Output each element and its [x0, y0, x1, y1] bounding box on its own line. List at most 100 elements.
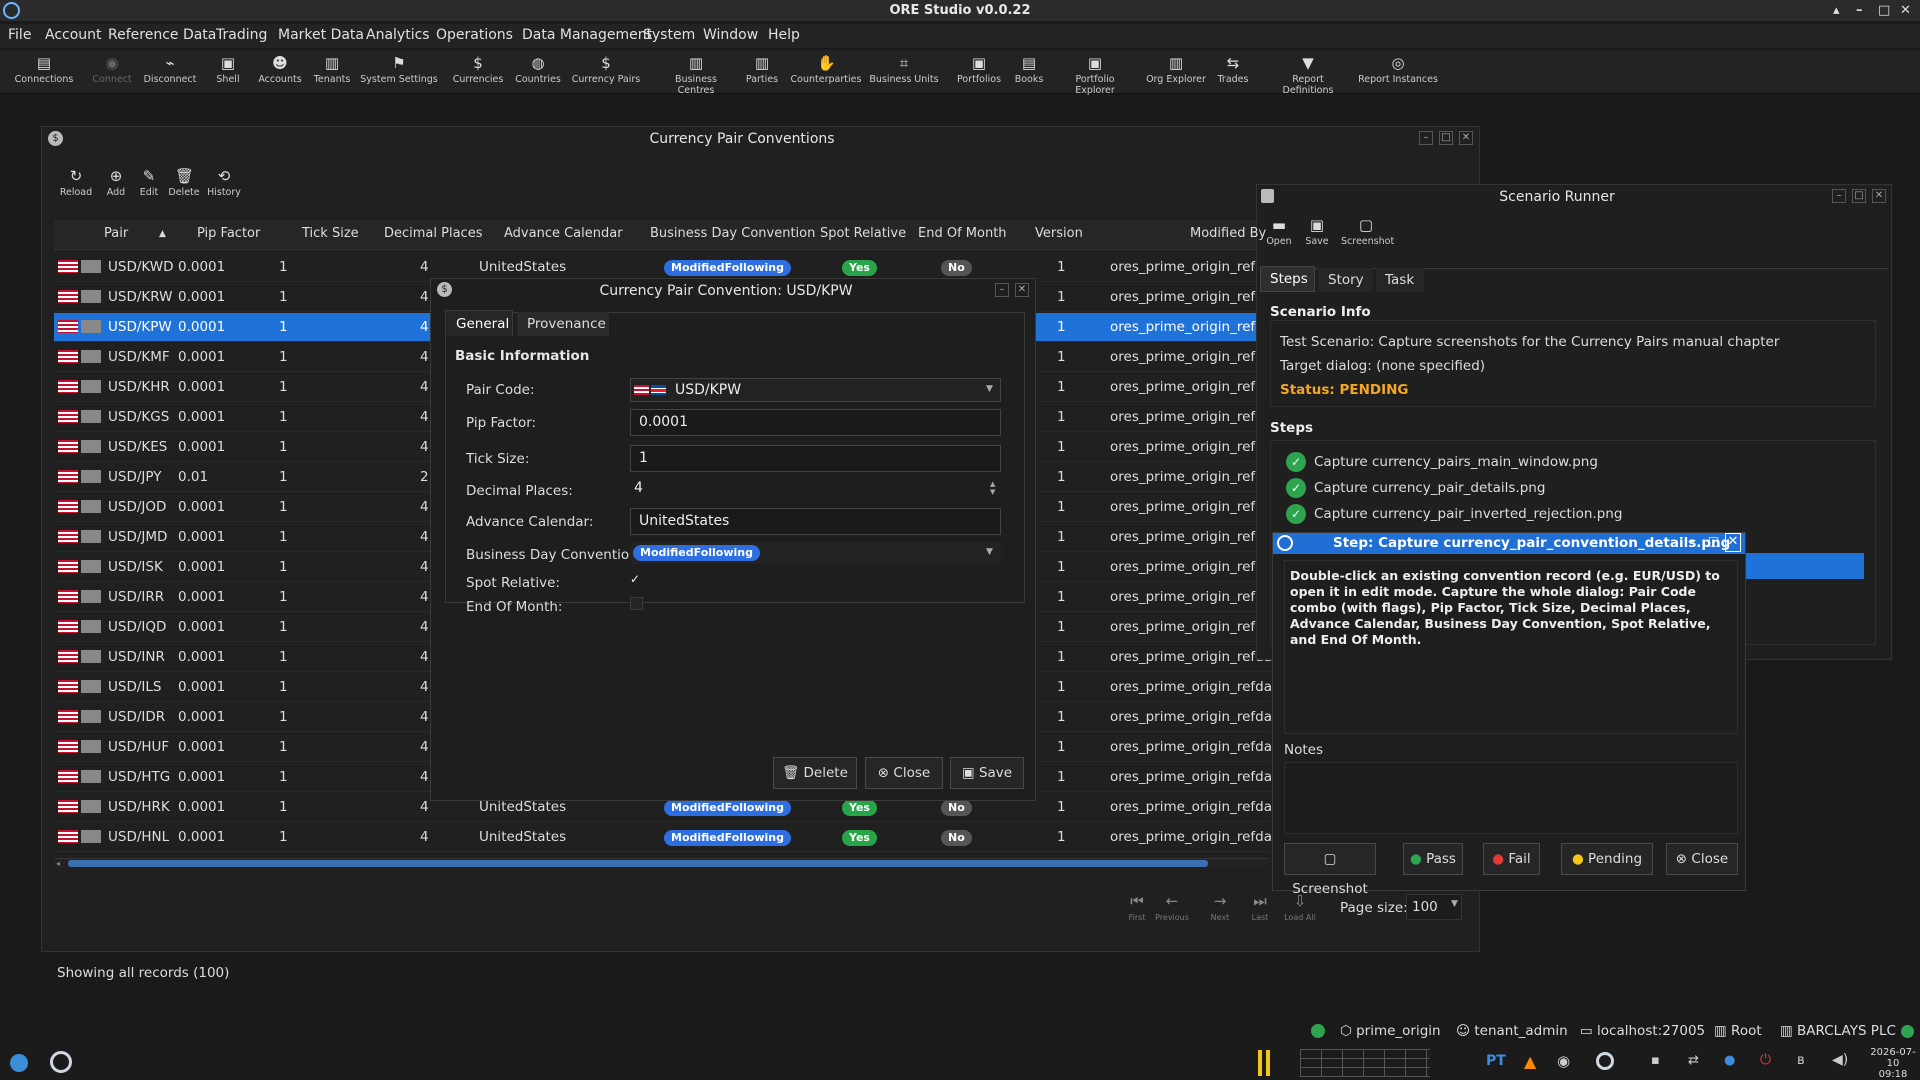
- volume-icon[interactable]: ◀): [1832, 1052, 1848, 1068]
- column-header-version[interactable]: Version: [1035, 226, 1083, 241]
- column-header-modified-by[interactable]: Modified By: [1190, 226, 1266, 241]
- menu-trading[interactable]: Trading: [216, 27, 267, 43]
- clock[interactable]: 2026-07-10 09:18: [1866, 1047, 1920, 1080]
- table-row[interactable]: USD/HNL 0.0001 1 4 UnitedStates 1 ores_prime_o…: [54, 823, 1286, 852]
- menu-window[interactable]: Window: [703, 27, 758, 43]
- pager-next-button[interactable]: → Next: [1198, 892, 1242, 923]
- ore-studio-task-icon[interactable]: [50, 1051, 72, 1073]
- spin-arrows-icon[interactable]: ▲ ▼: [990, 480, 995, 496]
- column-header-business-day-convention[interactable]: Business Day Convention: [650, 226, 815, 241]
- step-close-button[interactable]: ⊗ Close: [1666, 843, 1738, 875]
- window-minimize-icon[interactable]: –: [1856, 0, 1863, 21]
- column-header-spot-relative[interactable]: Spot Relative: [820, 226, 906, 241]
- toolbar-system-settings-button[interactable]: ⚑ System Settings: [359, 54, 439, 85]
- window-up-icon[interactable]: ▴: [1833, 0, 1840, 21]
- toolbar-business-units-button[interactable]: ⌗ Business Units: [864, 54, 944, 85]
- scenario-screenshot-button[interactable]: ▢ Screenshot: [1341, 216, 1394, 247]
- dialog-close-button[interactable]: ✕: [1015, 283, 1029, 297]
- column-header-advance-calendar[interactable]: Advance Calendar: [504, 226, 623, 241]
- menu-analytics[interactable]: Analytics: [366, 27, 430, 43]
- page-size-select[interactable]: 100 ▼: [1406, 894, 1462, 920]
- step-maximize-icon[interactable]: □: [1708, 534, 1719, 548]
- menu-account[interactable]: Account: [45, 27, 102, 43]
- pip-factor-input[interactable]: 0.0001: [630, 409, 1001, 436]
- scroll-left-icon[interactable]: ◂: [56, 859, 60, 868]
- cpc-maximize-button[interactable]: □: [1439, 131, 1453, 145]
- power-icon[interactable]: ⏻: [1760, 1052, 1771, 1068]
- scenario-minimize-button[interactable]: –: [1832, 189, 1846, 203]
- tab-general[interactable]: General: [445, 310, 513, 336]
- cpc-close-button[interactable]: ✕: [1459, 131, 1473, 145]
- column-header-tick-size[interactable]: Tick Size: [302, 226, 359, 241]
- step-pass-button[interactable]: ● Pass: [1403, 843, 1463, 875]
- toolbar-currency-pairs-button[interactable]: $ Currency Pairs: [566, 54, 646, 85]
- window-maximize-icon[interactable]: □: [1878, 0, 1890, 21]
- dialog-minimize-button[interactable]: –: [995, 283, 1009, 297]
- menu-market-data[interactable]: Market Data: [278, 27, 364, 43]
- dialog-save-button[interactable]: ▣ Save: [950, 757, 1024, 789]
- scrollbar-thumb[interactable]: [68, 860, 1208, 867]
- toolbar-report-instances-button[interactable]: ◎ Report Instances: [1358, 54, 1438, 85]
- advance-calendar-input[interactable]: UnitedStates: [630, 508, 1001, 535]
- notes-input[interactable]: [1284, 762, 1738, 834]
- toolbar-trades-button[interactable]: ⇆ Trades: [1193, 54, 1273, 85]
- spot-relative-checkbox[interactable]: ✓: [630, 573, 643, 586]
- pager-previous-button[interactable]: ← Previous: [1150, 892, 1194, 923]
- scenario-open-button[interactable]: ▬ Open: [1262, 216, 1296, 247]
- column-header-pair[interactable]: Pair: [104, 226, 128, 241]
- ore-tray-icon[interactable]: [1596, 1052, 1614, 1070]
- tick-size-input[interactable]: 1: [630, 445, 1001, 472]
- toolbar-counterparties-button[interactable]: ✋ Counterparties: [786, 54, 866, 85]
- scenario-save-button[interactable]: ▣ Save: [1300, 216, 1334, 247]
- menu-operations[interactable]: Operations: [436, 27, 513, 43]
- cell-pip: 0.0001: [178, 319, 226, 335]
- menu-help[interactable]: Help: [768, 27, 800, 43]
- network-icon[interactable]: ⇄: [1688, 1053, 1699, 1068]
- toolbar-portfolio-explorer-button[interactable]: ▣ Portfolio Explorer: [1055, 54, 1135, 96]
- column-header-decimal-places[interactable]: Decimal Places: [384, 226, 482, 241]
- horizontal-scrollbar[interactable]: ◂: [54, 858, 1269, 868]
- menu-file[interactable]: File: [8, 27, 31, 43]
- end-of-month-checkbox[interactable]: [630, 597, 643, 610]
- start-menu-icon[interactable]: [10, 1054, 28, 1072]
- tick-size-label: Tick Size:: [466, 451, 530, 467]
- bdc-combo[interactable]: ModifiedFollowing ▼: [630, 542, 1001, 564]
- lock-icon[interactable]: ▪: [1651, 1053, 1660, 1068]
- window-close-icon[interactable]: ✕: [1900, 0, 1911, 21]
- cell-cal: UnitedStates: [479, 829, 567, 845]
- scenario-close-button[interactable]: ✕: [1872, 189, 1886, 203]
- pager-last-button[interactable]: ⏭ Last: [1238, 892, 1282, 923]
- step-screenshot-button[interactable]: ▢ Screenshot: [1284, 843, 1376, 897]
- step-item[interactable]: ✓ Capture currency_pair_inverted_rejectio…: [1286, 504, 1622, 524]
- keyboard-layout[interactable]: PT: [1486, 1053, 1506, 1069]
- tab-story[interactable]: Story: [1318, 268, 1373, 292]
- menu-reference-data[interactable]: Reference Data: [108, 27, 216, 43]
- tab-steps[interactable]: Steps: [1260, 266, 1315, 292]
- virtual-desktops-pager[interactable]: [1300, 1049, 1430, 1077]
- step-item[interactable]: ✓ Capture currency_pair_details.png: [1286, 478, 1545, 498]
- status-host: ▭ localhost:27005: [1580, 1023, 1706, 1039]
- bluetooth-icon[interactable]: ʙ: [1797, 1053, 1805, 1068]
- step-close-icon[interactable]: ✕: [1725, 533, 1741, 552]
- decimal-places-spinbox[interactable]: 4 ▲ ▼: [630, 478, 1001, 502]
- cpc-minimize-button[interactable]: –: [1419, 131, 1433, 145]
- steam-icon[interactable]: ●: [1724, 1053, 1735, 1068]
- toolbar-report-definitions-button[interactable]: ▼ Report Definitions: [1268, 54, 1348, 96]
- dialog-close-btn[interactable]: ⊗ Close: [865, 757, 943, 789]
- discord-icon[interactable]: ◉: [1557, 1052, 1570, 1070]
- dialog-delete-button[interactable]: 🗑 Delete: [773, 757, 857, 789]
- step-fail-button[interactable]: ● Fail: [1483, 843, 1540, 875]
- column-header-pip-factor[interactable]: Pip Factor: [197, 226, 260, 241]
- vlc-icon[interactable]: ▲: [1524, 1052, 1536, 1071]
- tab-task[interactable]: Task: [1376, 268, 1424, 292]
- step-pending-button[interactable]: ● Pending: [1561, 843, 1653, 875]
- scenario-maximize-button[interactable]: □: [1852, 189, 1866, 203]
- cpc-history-button[interactable]: ⟲ History: [200, 167, 248, 198]
- tab-provenance[interactable]: Provenance: [517, 312, 609, 336]
- menu-system[interactable]: System: [643, 27, 695, 43]
- step-item[interactable]: ✓ Capture currency_pairs_main_window.png: [1286, 452, 1598, 472]
- menu-data-management[interactable]: Data Management: [522, 27, 652, 43]
- column-header-end-of-month[interactable]: End Of Month: [918, 226, 1007, 241]
- pair-code-combo[interactable]: USD/KPW ▼: [630, 378, 1001, 402]
- step-minimize-icon[interactable]: –: [1688, 534, 1695, 549]
